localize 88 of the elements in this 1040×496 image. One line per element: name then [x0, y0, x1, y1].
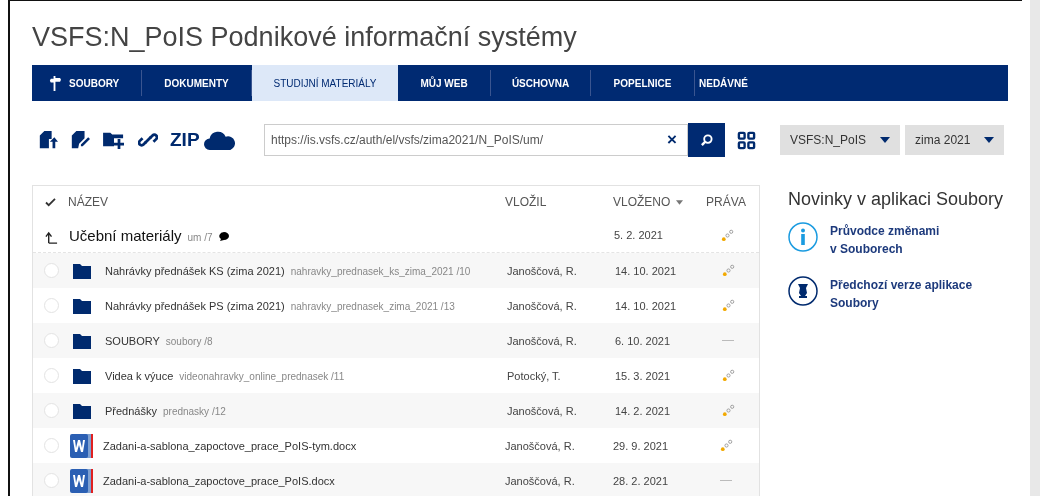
word-document-icon: [70, 467, 96, 494]
nav-tab[interactable]: STUDIJNÍ MATERIÁLY: [252, 65, 398, 101]
permissions-icon[interactable]: [719, 439, 733, 452]
file-row[interactable]: Videa k výuce videonahravky_online_prednasek /11 Potocký, T. 15. 3. 2021: [33, 358, 759, 393]
dropdown[interactable]: zima 2021: [905, 125, 1005, 155]
file-row[interactable]: Přednášky prednasky /12 Janoščová, R. 14. 2. 2021: [33, 393, 759, 428]
grid-view-icon[interactable]: [737, 130, 756, 150]
sort-icon[interactable]: [676, 199, 684, 205]
file-name[interactable]: Nahrávky přednášek PS (zima 2021): [105, 299, 285, 312]
search-button[interactable]: [688, 123, 725, 157]
parent-folder-icon[interactable]: [45, 230, 58, 244]
folder-icon: [73, 262, 91, 279]
clear-button[interactable]: ×: [657, 130, 687, 150]
table-cell-text: 5. 2. 2021: [614, 229, 664, 241]
column-header[interactable]: PRÁVA: [701, 195, 751, 209]
folder-icon: [73, 297, 91, 314]
file-name[interactable]: Videa k výuce: [105, 369, 174, 382]
file-path: soubory /8: [165, 335, 213, 347]
address-field[interactable]: https://is.vsfs.cz/auth/el/vsfs/zima2021/N_PoIS/um/ ×: [264, 124, 688, 156]
nav-tab[interactable]: MŮJ WEB: [398, 70, 491, 96]
file-row[interactable]: Nahrávky přednášek KS (zima 2021) nahravky_prednasek_ks_zima_2021 /10 Janoščová, R. 14. 10. 2021: [33, 253, 759, 288]
select-radio[interactable]: [44, 333, 59, 348]
permissions-icon[interactable]: [721, 264, 735, 277]
file-name[interactable]: Zadani-a-sablona_zapoctove_prace_PoIS.docx: [103, 474, 335, 487]
table-cell-text: 15. 3. 2021: [615, 369, 672, 382]
folder-icon: [73, 367, 91, 384]
nav-tab[interactable]: POPELNICE: [591, 70, 695, 96]
word-document-icon: [70, 432, 96, 459]
file-path: videonahravky_online_prednasek /11: [179, 370, 345, 382]
select-radio[interactable]: [44, 473, 59, 488]
table-cell-text: 6. 10. 2021: [615, 334, 672, 347]
file-row[interactable]: Zadani-a-sablona_zapoctove_prace_PoIS.docx Janoščová, R. 28. 2. 2021: [33, 463, 759, 496]
file-row[interactable]: SOUBORY soubory /8 Janoščová, R. 6. 10. 2021: [33, 323, 759, 358]
column-header[interactable]: NÁZEV: [68, 195, 505, 209]
file-name[interactable]: SOUBORY: [105, 334, 160, 347]
file-path: nahravky_prednasek_zima_2021 /13: [290, 300, 455, 312]
file-row[interactable]: Zadani-a-sablona_zapoctove_prace_PoIS-tym.docx Janoščová, R. 29. 9. 2021: [33, 428, 759, 463]
file-upload-icon[interactable]: [38, 130, 58, 150]
folder-icon: [73, 402, 91, 419]
news-link[interactable]: Předchozí verze aplikace Soubory: [830, 276, 973, 312]
permissions-icon[interactable]: [721, 369, 735, 382]
news-title: Novinky v aplikaci Soubory: [788, 189, 1004, 210]
select-radio[interactable]: [44, 263, 59, 278]
table-cell-text: Janoščová, R.: [507, 299, 578, 312]
cloud-icon[interactable]: [203, 130, 236, 150]
file-row[interactable]: Nahrávky přednášek PS (zima 2021) nahravky_prednasek_zima_2021 /13 Janoščová, R. 14. 10. 2021: [33, 288, 759, 323]
file-name[interactable]: Nahrávky přednášek KS (zima 2021): [105, 264, 285, 277]
permissions-icon[interactable]: [721, 404, 735, 417]
nav-tab[interactable]: NEDÁVNÉ: [695, 70, 752, 96]
folder-title: Učební materiály: [69, 226, 182, 244]
file-edit-icon[interactable]: [70, 130, 90, 150]
vase-icon[interactable]: [788, 276, 818, 306]
file-path: nahravky_prednasek_ks_zima_2021 /10: [290, 265, 471, 277]
table-cell-text: Janoščová, R.: [505, 439, 576, 452]
folder-add-icon[interactable]: [102, 130, 126, 150]
table-cell-text: 28. 2. 2021: [613, 474, 670, 487]
news-link[interactable]: Průvodce změnami v Souborech: [830, 222, 940, 258]
comment-icon[interactable]: [218, 231, 229, 241]
table-cell-text: Janoščová, R.: [507, 404, 578, 417]
file-name[interactable]: Přednášky: [105, 404, 157, 417]
nav-tab[interactable]: SOUBORY: [32, 70, 142, 96]
caret-icon: [984, 137, 995, 143]
folder-icon: [73, 332, 91, 349]
file-path: prednasky /12: [163, 405, 226, 417]
page-title: VSFS:N_PoIS Podnikové informační systémy: [32, 21, 578, 54]
table-cell-text: Janoščová, R.: [505, 474, 576, 487]
link-icon[interactable]: [138, 130, 158, 150]
info-icon[interactable]: [788, 222, 818, 252]
column-header[interactable]: VLOŽENO: [613, 195, 671, 209]
table-cell-text: 14. 2. 2021: [615, 404, 672, 417]
dropdown[interactable]: VSFS:N_PoIS: [780, 125, 901, 155]
table-cell-text: Potocký, T.: [507, 369, 562, 382]
file-name[interactable]: Zadani-a-sablona_zapoctove_prace_PoIS-tym.docx: [103, 439, 357, 452]
nav-tab[interactable]: ÚSCHOVNA: [491, 70, 591, 96]
table-cell-text: 14. 10. 2021: [615, 299, 678, 312]
folder-path: um /7: [187, 231, 213, 243]
permissions-icon[interactable]: [721, 299, 735, 312]
column-header[interactable]: VLOŽIL: [505, 195, 613, 209]
check-icon[interactable]: [45, 197, 56, 207]
caret-icon: [880, 137, 891, 143]
table-cell-text: 29. 9. 2021: [613, 439, 670, 452]
table-cell-text: 14. 10. 2021: [615, 264, 678, 277]
table-cell-text: Janoščová, R.: [507, 334, 578, 347]
zip-button[interactable]: ZIP: [170, 129, 200, 151]
select-radio[interactable]: [44, 403, 59, 418]
table-cell-text: Janoščová, R.: [507, 264, 578, 277]
permissions-icon[interactable]: [720, 228, 734, 242]
search-icon: [700, 133, 713, 147]
